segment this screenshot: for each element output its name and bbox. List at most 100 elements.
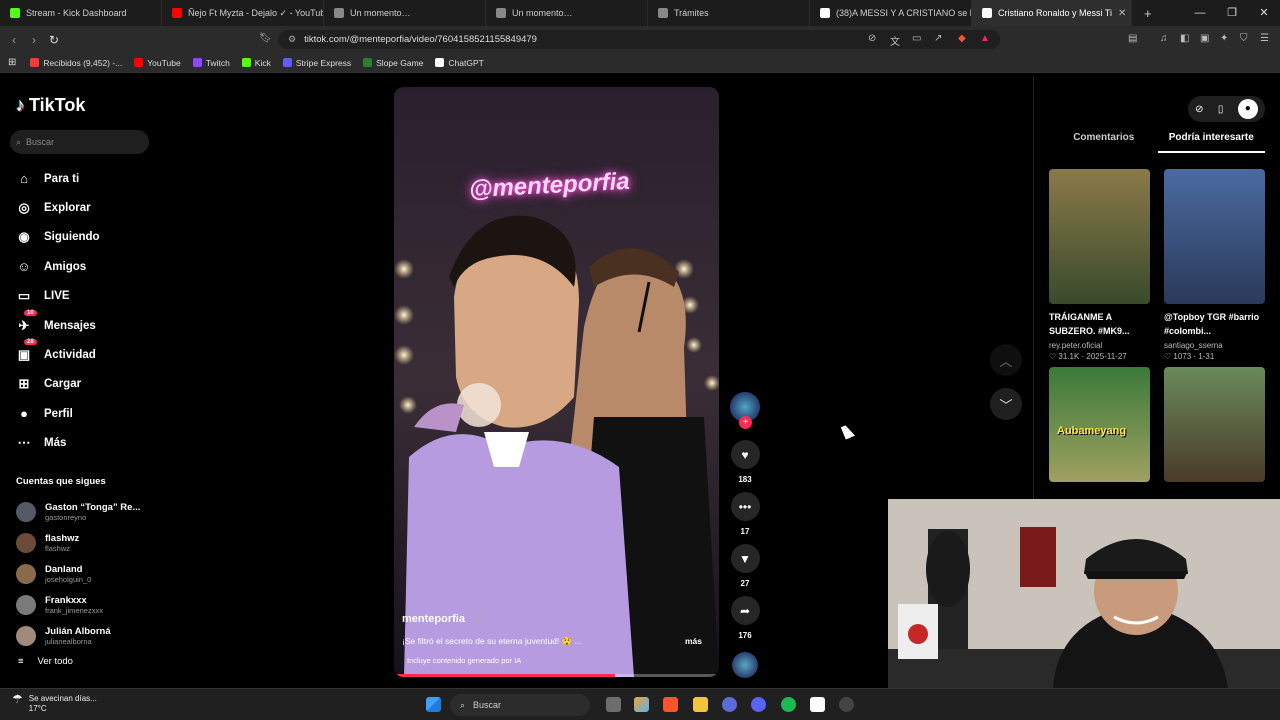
bookmark-item[interactable]: Recibidos (9,452) -... [30,58,122,68]
nav-item-4[interactable]: ▭ LIVE [16,282,100,311]
nav-item-1[interactable]: ◎ Explorar [16,193,100,222]
translate-icon[interactable]: 文 [890,33,900,48]
follow-plus-icon[interactable]: + [739,416,752,429]
bookmark-item[interactable]: Slope Game [363,58,423,68]
spotify-icon[interactable] [781,697,796,712]
windows-start-icon[interactable] [426,697,441,712]
tab-3[interactable]: Un momento… [486,0,648,26]
following-account[interactable]: Gaston “Tonga” Re... gastonreyno [16,496,140,527]
nav-item-6[interactable]: ▣ 28 Actividad [16,339,100,369]
restore-button[interactable]: ❐ [1216,0,1248,26]
minimize-button[interactable]: — [1184,0,1216,26]
save-button[interactable]: ▼ [730,544,760,573]
music-disc-icon[interactable] [732,652,758,678]
tiktok-logo[interactable]: ♪ TikTok [16,95,85,116]
nav-item-8[interactable]: ● Perfil [16,399,100,428]
recommended-video[interactable]: @Topboy TGR #barrio #colombi... santiago_… [1164,169,1265,361]
close-window-button[interactable]: ✕ [1248,0,1280,26]
recommended-video[interactable]: Aubameyang [1049,367,1150,482]
panel-icon[interactable]: ◧ [1180,33,1189,44]
compass-icon[interactable]: ⊘ [1195,104,1203,115]
more-icon: ⋯ [17,435,31,451]
profile-avatar[interactable]: ● [1237,99,1258,119]
sidebar-icon[interactable]: ▤ [1128,33,1137,44]
video-player[interactable]: @menteporfia menteporfia · 2-7 ¡Se filtr… [394,87,719,677]
bookmark-item[interactable]: Twitch [192,58,230,68]
nav-item-5[interactable]: ✈ 10 Mensajes [16,309,100,340]
like-button[interactable]: ♥ [730,440,760,469]
audio-app-icon[interactable] [810,697,825,712]
site-info-icon[interactable]: ⚙ [288,34,296,45]
right-tab-1[interactable]: Podría interesarte [1157,132,1265,153]
next-video-button[interactable]: ﹀ [990,388,1022,420]
music-icon[interactable]: ♫ [1160,33,1168,44]
file-explorer-icon[interactable] [693,697,708,712]
see-all-link[interactable]: ≡ Ver todo [18,656,73,667]
no-tracking-icon[interactable]: ⊘ [868,33,876,44]
tab-4[interactable]: Trámites [648,0,810,26]
following-account[interactable]: Julián Alborná julianealborna [16,620,140,651]
nav-label: Amigos [44,260,87,273]
menu-icon[interactable]: ☰ [1260,33,1269,44]
apps-icon[interactable]: ⊞ [8,57,16,68]
discord-icon[interactable] [751,697,766,712]
device-icon[interactable]: ▯ [1218,104,1224,115]
creator-avatar[interactable]: + [730,392,760,429]
tab-5[interactable]: (38)A MESSI Y A CRISTIANO se les ve [810,0,972,26]
taskbar-search[interactable]: ⌕ Buscar [450,694,590,716]
account-handle: joseholguin_0 [45,574,92,584]
bookmark-item[interactable]: ChatGPT [435,58,484,68]
task-view-icon[interactable] [606,697,621,712]
previous-video-button[interactable]: ︿ [990,344,1022,376]
recommended-video[interactable]: TRÁIGANME A SUBZERO. #MK9... rey.peter.of… [1049,169,1150,361]
forward-button[interactable]: › [24,33,44,47]
brave-shield-icon[interactable]: ◆ [958,33,966,44]
right-tab-0[interactable]: Comentarios [1050,132,1158,153]
recommended-video[interactable] [1164,367,1265,482]
window-controls: — ❐ ✕ [1184,0,1280,26]
back-button[interactable]: ‹ [4,33,24,47]
vpn-icon[interactable]: ⛉ [1240,33,1248,44]
more-button[interactable]: más [685,636,702,646]
nav-item-3[interactable]: ☺ Amigos [16,252,100,281]
new-tab-button[interactable]: + [1144,6,1152,21]
bookmark-item[interactable]: Kick [241,58,271,68]
video-progress-bar[interactable] [394,674,719,677]
rewards-icon[interactable]: ▲ [980,33,990,44]
nav-item-7[interactable]: ⊞ Cargar [16,370,100,399]
tab-favicon-icon [820,8,830,18]
comment-button[interactable]: ••• [730,492,760,521]
video-author[interactable]: menteporfia · 2-7 [402,613,486,625]
reload-button[interactable]: ↻ [44,33,64,47]
obs-icon[interactable] [839,697,854,712]
following-account[interactable]: Frankxxx frank_jimenezxxx [16,589,140,620]
tab-6[interactable]: Cristiano Ronaldo y Messi Ti ✕ [972,0,1132,26]
close-tab-icon[interactable]: ✕ [1118,8,1126,19]
nav-item-2[interactable]: ◉ Siguiendo [16,223,99,252]
tab-title: Stream - Kick Dashboard [26,8,127,18]
nav-item-0[interactable]: ⌂ Para ti [16,164,100,193]
following-account[interactable]: flashwz flashwz [16,527,140,558]
search-input[interactable]: ⌕ Buscar [10,130,149,154]
bookmark-item[interactable]: Stripe Express [282,58,351,68]
weather-text: Se avecinan días... [28,694,97,703]
wallet-icon[interactable]: ▣ [1200,33,1209,44]
following-account[interactable]: Danland joseholguin_0 [16,558,140,589]
share-button[interactable]: ➦ [730,596,760,625]
tab-0[interactable]: Stream - Kick Dashboard [0,0,162,26]
leo-icon[interactable]: ✦ [1220,33,1228,44]
copilot-icon[interactable] [634,697,649,712]
bookmark-icon[interactable]: 🔖︎ [259,33,272,44]
avatar [16,563,36,584]
app-icon[interactable] [722,697,737,712]
brave-icon[interactable] [663,697,678,712]
browser-tab-bar: Stream - Kick Dashboard Ñejo Ft Myzta - D… [0,0,1280,26]
nav-item-9[interactable]: ⋯ Más [16,429,100,458]
tab-1[interactable]: Ñejo Ft Myzta - Dejalo ✓ - YouTube [162,0,324,26]
share-icon[interactable]: ↗ [934,33,942,44]
video-author: santiago_sserna [1164,341,1223,350]
bookmark-item[interactable]: YouTube [134,58,181,68]
tab-2[interactable]: Un momento… [324,0,486,26]
cast-icon[interactable]: ▭ [912,33,921,44]
weather-widget[interactable]: ☂ Se avecinan días... 17°C [12,693,97,714]
